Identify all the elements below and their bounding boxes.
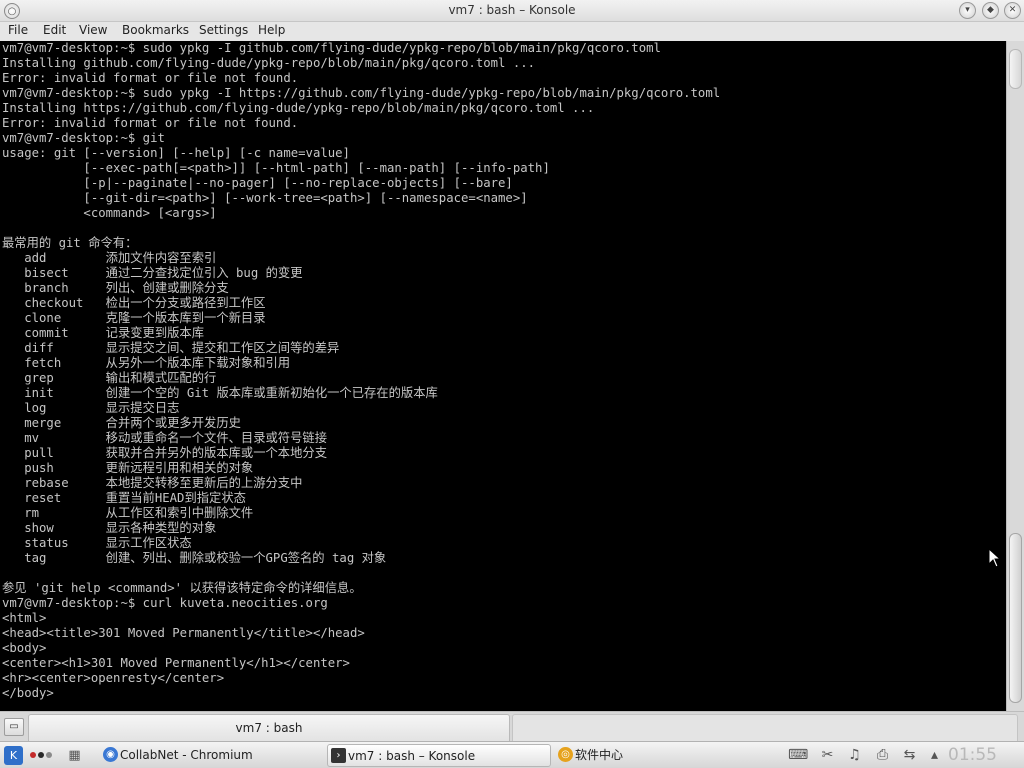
menu-settings[interactable]: Settings [199,23,248,37]
tab-vm7-bash[interactable]: vm7 : bash [28,714,510,741]
terminal-line: Installing github.com/flying-dude/ypkg-r… [2,56,536,70]
chevron-up-icon[interactable]: ▴ [925,746,944,765]
menu-view[interactable]: View [79,23,107,37]
terminal-line: usage: git [--version] [--help] [-c name… [2,146,350,160]
terminal-line: commit 记录变更到版本库 [2,326,205,340]
menu-file[interactable]: File [8,23,28,37]
terminal-line: </body> [2,686,54,700]
task-label: 软件中心 [575,748,624,762]
terminal-line: Error: invalid format or file not found. [2,116,299,130]
terminal-line: Error: invalid format or file not found. [2,71,299,85]
task-konsole[interactable]: › vm7 : bash – Konsole [327,744,551,767]
terminal-line: 参见 'git help <command>' 以获得该特定命令的详细信息。 [2,581,362,595]
task-label: CollabNet - Chromium [120,748,253,762]
terminal-line: rebase 本地提交转移至更新后的上游分支中 [2,476,303,490]
taskbar-panel: K ▦ ◉ CollabNet - Chromium › vm7 : bash … [0,741,1024,768]
konsole-tabbar: ▭ vm7 : bash [0,711,1024,741]
terminal-line: vm7@vm7-desktop:~$ sudo ypkg -I https://… [2,86,721,100]
terminal-line: grep 输出和模式匹配的行 [2,371,217,385]
terminal-line: mv 移动或重命名一个文件、目录或符号链接 [2,431,327,445]
dot-red [30,752,36,758]
chromium-icon: ◉ [103,747,118,762]
dot-dark [38,752,44,758]
terminal-line: vm7@vm7-desktop:~$ curl kuveta.neocities… [2,596,328,610]
new-tab-icon: ▭ [9,721,19,732]
terminal-view[interactable]: vm7@vm7-desktop:~$ sudo ypkg -I github.c… [0,41,1006,711]
terminal-scrollbar[interactable] [1006,41,1024,711]
terminal-line: <body> [2,641,47,655]
terminal-line: reset 重置当前HEAD到指定状态 [2,491,246,505]
terminal-line: [--git-dir=<path>] [--work-tree=<path>] … [2,191,528,205]
mouse-cursor-icon [988,548,1002,568]
task-chromium[interactable]: ◉ CollabNet - Chromium [100,744,322,767]
terminal-line: bisect 通过二分查找定位引入 bug 的变更 [2,266,303,280]
printer-icon[interactable]: ⎙ [873,746,892,765]
keyboard-icon[interactable]: ⌨ [788,746,808,765]
terminal-line: <center><h1>301 Moved Permanently</h1></… [2,656,350,670]
tabbar-empty-area [512,714,1018,741]
clock[interactable]: 01:55 [948,745,997,765]
scrollbar-track-marker [1009,49,1022,89]
terminal-line: clone 克隆一个版本库到一个新目录 [2,311,266,325]
terminal-line: add 添加文件内容至索引 [2,251,217,265]
terminal-line: status 显示工作区状态 [2,536,192,550]
close-button[interactable]: ✕ [1004,2,1021,19]
terminal-line: <html> [2,611,47,625]
dot-gray [46,752,52,758]
terminal-line: <head><title>301 Moved Permanently</titl… [2,626,365,640]
terminal-line: diff 显示提交之间、提交和工作区之间等的差异 [2,341,340,355]
menu-bookmarks[interactable]: Bookmarks [122,23,189,37]
menubar: File Edit View Bookmarks Settings Help [0,22,1024,41]
terminal-line: log 显示提交日志 [2,401,180,415]
terminal-line: pull 获取并合并另外的版本库或一个本地分支 [2,446,327,460]
scrollbar-thumb[interactable] [1009,533,1022,703]
terminal-line: branch 列出、创建或删除分支 [2,281,229,295]
scissors-icon[interactable]: ✂ [818,746,837,765]
maximize-button[interactable]: ◆ [982,2,999,19]
chevron-up-icon: ◆ [987,5,994,15]
volume-icon[interactable]: ♫ [845,746,864,765]
terminal-line: vm7@vm7-desktop:~$ git [2,131,165,145]
tab-label: vm7 : bash [235,721,303,735]
activity-dots-icon[interactable] [30,752,52,758]
window-titlebar: ○ vm7 : bash – Konsole ▾ ◆ ✕ [0,0,1024,22]
calendar-icon[interactable]: ▦ [66,747,83,764]
terminal-line: checkout 检出一个分支或路径到工作区 [2,296,266,310]
terminal-line: [--exec-path[=<path>]] [--html-path] [--… [2,161,550,175]
new-tab-button[interactable]: ▭ [4,718,24,736]
terminal-line: Installing https://github.com/flying-dud… [2,101,595,115]
minimize-button[interactable]: ▾ [959,2,976,19]
close-icon: ✕ [1008,5,1017,15]
terminal-icon: › [331,748,346,763]
terminal-line: push 更新远程引用和相关的对象 [2,461,254,475]
terminal-line: vm7@vm7-desktop:~$ sudo ypkg -I github.c… [2,41,661,55]
software-center-icon: ◎ [558,747,573,762]
terminal-line: <hr><center>openresty</center> [2,671,225,685]
network-icon[interactable]: ⇆ [900,746,919,765]
terminal-line: fetch 从另外一个版本库下载对象和引用 [2,356,291,370]
terminal-line: rm 从工作区和索引中删除文件 [2,506,254,520]
kde-launcher-icon[interactable]: K [4,746,23,765]
terminal-line: 最常用的 git 命令有： [2,236,138,250]
terminal-line: show 显示各种类型的对象 [2,521,217,535]
task-software-center[interactable]: ◎ 软件中心 [555,744,715,767]
terminal-line: tag 创建、列出、删除或校验一个GPG签名的 tag 对象 [2,551,387,565]
window-title: vm7 : bash – Konsole [448,3,576,17]
menu-edit[interactable]: Edit [43,23,66,37]
terminal-output: vm7@vm7-desktop:~$ sudo ypkg -I github.c… [2,41,720,701]
task-label: vm7 : bash – Konsole [348,749,476,763]
terminal-line: <command> [<args>] [2,206,217,220]
terminal-line: [-p|--paginate|--no-pager] [--no-replace… [2,176,513,190]
chevron-down-icon: ▾ [965,5,970,15]
terminal-line: init 创建一个空的 Git 版本库或重新初始化一个已存在的版本库 [2,386,438,400]
menu-help[interactable]: Help [258,23,285,37]
terminal-line: merge 合并两个或更多开发历史 [2,416,241,430]
